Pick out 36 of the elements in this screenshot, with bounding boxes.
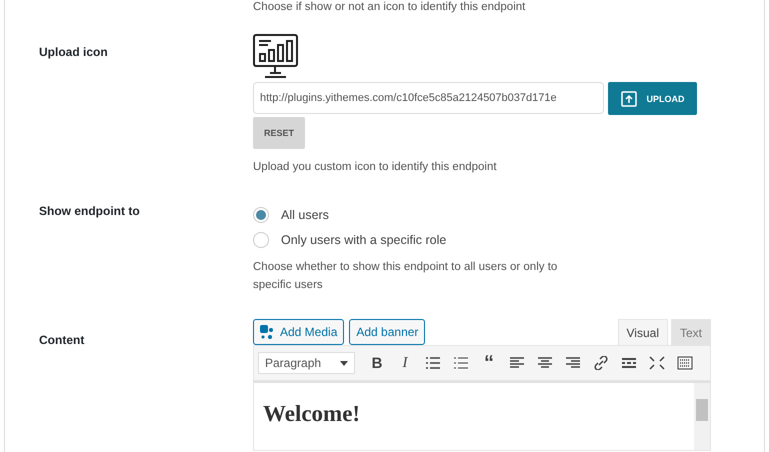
monitor-chart-icon <box>253 34 298 79</box>
field-description: Upload you custom icon to identify this endpoint <box>253 161 497 173</box>
editor-tab[interactable]: Visual <box>618 319 668 345</box>
scrollbar[interactable] <box>694 383 710 450</box>
align-right-icon[interactable] <box>565 356 581 370</box>
media-button[interactable]: Add banner <box>349 319 426 345</box>
media-button[interactable]: Add Media <box>253 319 344 345</box>
italic-button[interactable]: I <box>397 354 413 372</box>
read-more-icon[interactable] <box>621 356 637 370</box>
radio-label[interactable]: All users <box>281 208 329 222</box>
field-label: Content <box>38 333 86 347</box>
blockquote-button[interactable]: “ <box>481 356 497 370</box>
url-input-field[interactable]: http://plugins.yithemes.com/c10fce5c85a2124507b037d171e <box>253 82 604 114</box>
link-icon[interactable] <box>593 356 609 370</box>
keyboard-icon[interactable] <box>677 356 693 370</box>
reset-button[interactable]: RESET <box>253 117 305 149</box>
media-icon <box>260 325 275 339</box>
align-left-icon[interactable] <box>509 356 525 370</box>
field-description: Choose if show or not an icon to identify this endpoint <box>253 0 526 14</box>
numbered-list-icon[interactable] <box>453 356 469 370</box>
fullscreen-icon[interactable] <box>649 356 665 370</box>
upload-icon <box>620 90 636 106</box>
field-label: Show endpoint to <box>38 204 141 218</box>
field-description: Choose whether to show this endpoint to all users or only to specific users <box>253 260 558 293</box>
radio-button[interactable] <box>253 232 269 248</box>
dropdown-caret-icon <box>340 360 348 366</box>
field-label: Upload icon <box>38 45 109 59</box>
radio-button[interactable] <box>253 206 269 222</box>
radio-label[interactable]: Only users with a specific role <box>281 232 446 246</box>
bullet-list-icon[interactable] <box>425 356 441 370</box>
bold-button[interactable]: B <box>369 354 385 372</box>
editor-heading: Welcome! <box>263 401 362 427</box>
align-center-icon[interactable] <box>537 356 553 370</box>
editor-area[interactable]: Welcome! <box>253 381 711 451</box>
format-select[interactable]: Paragraph <box>258 352 355 374</box>
upload-button[interactable]: UPLOAD <box>608 82 697 115</box>
